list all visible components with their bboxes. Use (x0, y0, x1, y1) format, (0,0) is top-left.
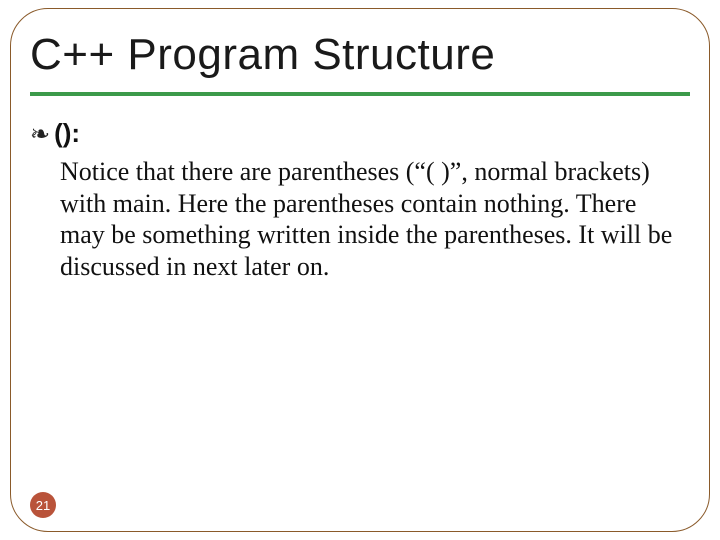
slide: C++ Program Structure ❧ (): Notice that … (0, 0, 720, 540)
bullet-label: (): (54, 118, 80, 149)
slide-title: C++ Program Structure (30, 30, 690, 80)
title-underline (30, 92, 690, 96)
page-number-badge: 21 (30, 492, 56, 518)
bullet-icon: ❧ (30, 123, 50, 147)
page-number: 21 (36, 498, 50, 513)
bullet-row: ❧ (): (30, 118, 690, 149)
body-text: Notice that there are parentheses (“( )”… (60, 156, 680, 283)
